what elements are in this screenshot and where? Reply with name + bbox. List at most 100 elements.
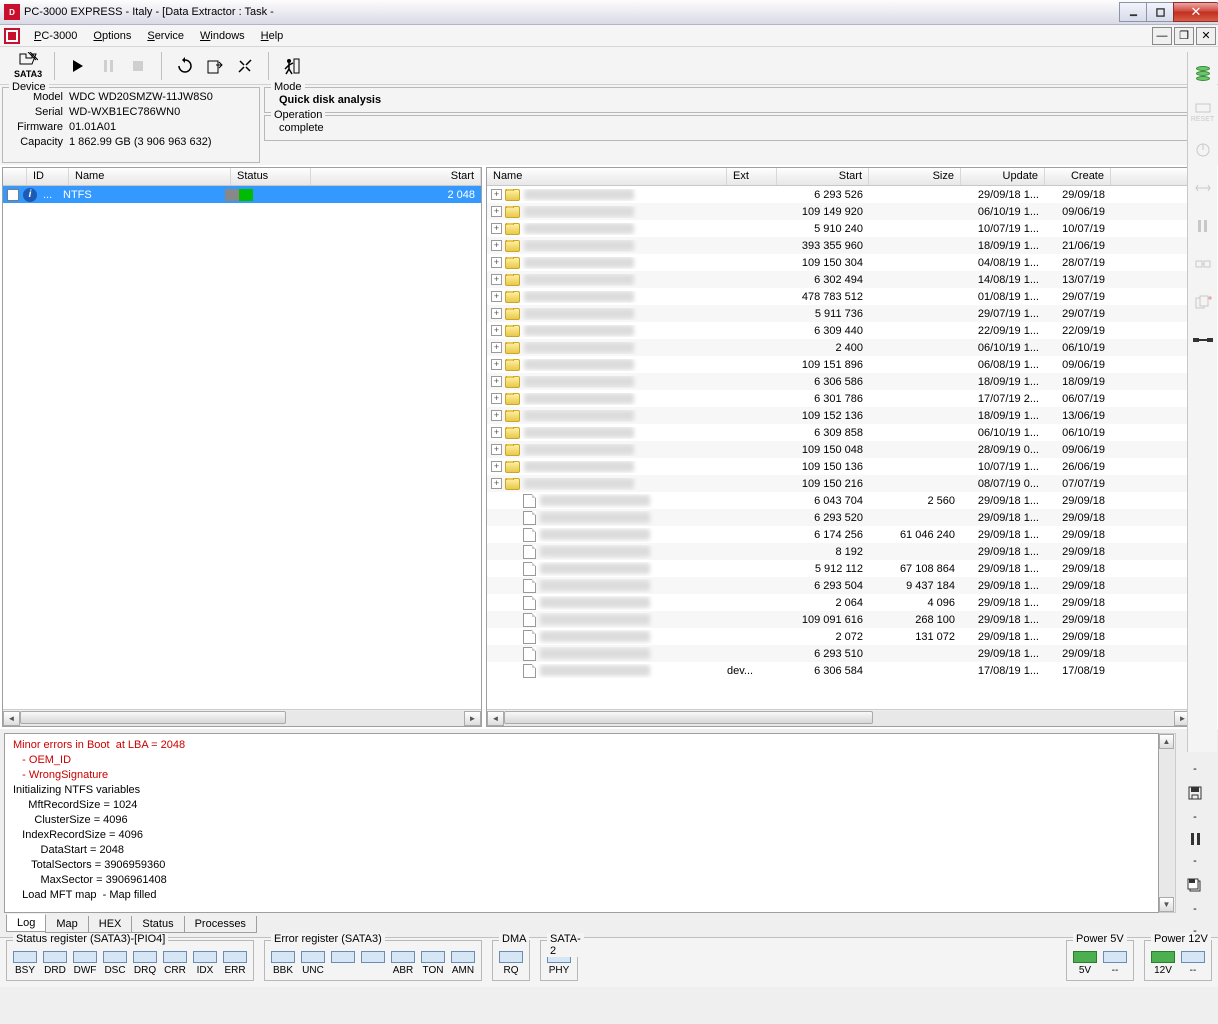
right-hscrollbar[interactable]: ◄► bbox=[487, 709, 1191, 726]
folder-icon bbox=[505, 291, 520, 303]
expander-icon[interactable]: + bbox=[491, 342, 502, 353]
expander-icon[interactable]: + bbox=[491, 393, 502, 404]
tree-row[interactable]: +109 150 21608/07/19 0...07/07/19 bbox=[487, 475, 1191, 492]
link-icon[interactable] bbox=[1191, 252, 1215, 276]
play-button[interactable] bbox=[67, 55, 89, 77]
entry-name-redacted bbox=[524, 393, 634, 404]
connector-icon[interactable] bbox=[1191, 328, 1215, 352]
pause-button[interactable] bbox=[97, 55, 119, 77]
info-icon[interactable]: i bbox=[23, 188, 37, 202]
tree-row[interactable]: +478 783 51201/08/19 1...29/07/19 bbox=[487, 288, 1191, 305]
tree-row[interactable]: +6 302 49414/08/19 1...13/07/19 bbox=[487, 271, 1191, 288]
tab-processes[interactable]: Processes bbox=[184, 916, 257, 933]
tree-row[interactable]: +6 301 78617/07/19 2...06/07/19 bbox=[487, 390, 1191, 407]
entry-name-redacted bbox=[524, 274, 634, 285]
tree-row[interactable]: +109 150 13610/07/19 1...26/06/19 bbox=[487, 458, 1191, 475]
device-serial: WD-WXB1EC786WN0 bbox=[69, 105, 253, 120]
left-hscrollbar[interactable]: ◄► bbox=[3, 709, 481, 726]
menu-windows[interactable]: Windows bbox=[192, 28, 253, 44]
close-button[interactable]: ✕ bbox=[1173, 2, 1218, 22]
mdi-restore-button[interactable]: ❐ bbox=[1174, 27, 1194, 45]
tools-button[interactable] bbox=[234, 55, 256, 77]
tree-row[interactable]: +109 150 30404/08/19 1...28/07/19 bbox=[487, 254, 1191, 271]
tree-row[interactable]: +5 911 73629/07/19 1...29/07/19 bbox=[487, 305, 1191, 322]
file-icon bbox=[523, 494, 536, 508]
file-icon bbox=[523, 562, 536, 576]
register-drq: DRQ bbox=[133, 951, 157, 976]
expander-icon[interactable]: + bbox=[491, 461, 502, 472]
expander-icon[interactable]: + bbox=[491, 291, 502, 302]
expander-icon[interactable]: + bbox=[491, 359, 502, 370]
tree-row[interactable]: 6 174 25661 046 24029/09/18 1...29/09/18 bbox=[487, 526, 1191, 543]
tree-row[interactable]: +109 149 92006/10/19 1...09/06/19 bbox=[487, 203, 1191, 220]
exit-button[interactable] bbox=[281, 55, 303, 77]
tree-row[interactable]: 6 293 51029/09/18 1...29/09/18 bbox=[487, 645, 1191, 662]
tree-row[interactable]: 109 091 616268 10029/09/18 1...29/09/18 bbox=[487, 611, 1191, 628]
tab-log[interactable]: Log bbox=[6, 914, 46, 932]
database-icon[interactable] bbox=[1191, 62, 1215, 86]
power-12v-group: Power 12V 12V -- bbox=[1144, 940, 1212, 981]
range-icon[interactable] bbox=[1191, 176, 1215, 200]
expander-icon[interactable]: + bbox=[491, 240, 502, 251]
expander-icon[interactable]: + bbox=[491, 257, 502, 268]
tree-row[interactable]: +6 309 44022/09/19 1...22/09/19 bbox=[487, 322, 1191, 339]
tree-row[interactable]: +6 306 58618/09/19 1...18/09/19 bbox=[487, 373, 1191, 390]
expander-icon[interactable]: + bbox=[491, 427, 502, 438]
tree-row[interactable]: +109 151 89606/08/19 1...09/06/19 bbox=[487, 356, 1191, 373]
menu-pc3000[interactable]: PC-3000 bbox=[26, 28, 85, 44]
export-button[interactable] bbox=[204, 55, 226, 77]
log-pause-button[interactable] bbox=[1184, 833, 1206, 845]
tree-row[interactable]: +2 40006/10/19 1...06/10/19 bbox=[487, 339, 1191, 356]
expander-icon[interactable]: + bbox=[491, 410, 502, 421]
expander-icon[interactable]: + bbox=[491, 274, 502, 285]
tree-row[interactable]: 8 19229/09/18 1...29/09/18 bbox=[487, 543, 1191, 560]
folder-icon bbox=[505, 410, 520, 422]
reset-button[interactable]: RESET bbox=[1191, 100, 1215, 124]
refresh-button[interactable] bbox=[174, 55, 196, 77]
log-vscrollbar[interactable]: ▲ ▼ bbox=[1159, 733, 1176, 913]
tree-row[interactable]: 2 072131 07229/09/18 1...29/09/18 bbox=[487, 628, 1191, 645]
power-icon[interactable] bbox=[1191, 138, 1215, 162]
tree-row[interactable]: 2 0644 09629/09/18 1...29/09/18 bbox=[487, 594, 1191, 611]
stop-button[interactable] bbox=[127, 55, 149, 77]
expander-icon[interactable]: + bbox=[491, 189, 502, 200]
tree-row[interactable]: 6 293 5049 437 18429/09/18 1...29/09/18 bbox=[487, 577, 1191, 594]
tree-row[interactable]: 6 293 52029/09/18 1...29/09/18 bbox=[487, 509, 1191, 526]
log-save-button[interactable] bbox=[1184, 785, 1206, 801]
expander-icon[interactable]: + bbox=[491, 223, 502, 234]
partition-row[interactable]: i ... NTFS 2 048 bbox=[3, 186, 481, 203]
menu-service[interactable]: Service bbox=[139, 28, 192, 44]
tab-map[interactable]: Map bbox=[45, 916, 88, 933]
mdi-minimize-button[interactable]: — bbox=[1152, 27, 1172, 45]
tree-row[interactable]: 5 912 11267 108 86429/09/18 1...29/09/18 bbox=[487, 560, 1191, 577]
device-capacity: 1 862.99 GB (3 906 963 632) bbox=[69, 135, 253, 150]
minimize-button[interactable] bbox=[1119, 2, 1147, 22]
tab-hex[interactable]: HEX bbox=[88, 916, 133, 933]
expander-icon[interactable]: + bbox=[491, 325, 502, 336]
tree-row[interactable]: +5 910 24010/07/19 1...10/07/19 bbox=[487, 220, 1191, 237]
device-firmware: 01.01A01 bbox=[69, 120, 253, 135]
mdi-close-button[interactable]: ✕ bbox=[1196, 27, 1216, 45]
expander-icon[interactable]: + bbox=[491, 478, 502, 489]
tree-row[interactable]: 6 043 7042 56029/09/18 1...29/09/18 bbox=[487, 492, 1191, 509]
partition-checkbox[interactable] bbox=[7, 189, 19, 201]
expander-icon[interactable]: + bbox=[491, 206, 502, 217]
tree-row[interactable]: +109 150 04828/09/19 0...09/06/19 bbox=[487, 441, 1191, 458]
maximize-button[interactable] bbox=[1146, 2, 1174, 22]
menu-options[interactable]: Options bbox=[85, 28, 139, 44]
menu-help[interactable]: Help bbox=[253, 28, 292, 44]
expander-icon[interactable]: + bbox=[491, 444, 502, 455]
expander-icon[interactable]: + bbox=[491, 376, 502, 387]
tree-row[interactable]: +393 355 96018/09/19 1...21/06/19 bbox=[487, 237, 1191, 254]
log-save-multi-button[interactable] bbox=[1184, 877, 1206, 893]
tree-row[interactable]: dev...6 306 58417/08/19 1...17/08/19 bbox=[487, 662, 1191, 679]
tree-row[interactable]: +109 152 13618/09/19 1...13/06/19 bbox=[487, 407, 1191, 424]
tree-row[interactable]: +6 293 52629/09/18 1...29/09/18 bbox=[487, 186, 1191, 203]
expander-icon[interactable]: + bbox=[491, 308, 502, 319]
copy-icon[interactable] bbox=[1191, 290, 1215, 314]
tab-status[interactable]: Status bbox=[131, 916, 184, 933]
entry-name-redacted bbox=[540, 495, 650, 506]
log-output[interactable]: Minor errors in Boot at LBA = 2048 - OEM… bbox=[4, 733, 1159, 913]
pause-icon[interactable] bbox=[1191, 214, 1215, 238]
tree-row[interactable]: +6 309 85806/10/19 1...06/10/19 bbox=[487, 424, 1191, 441]
